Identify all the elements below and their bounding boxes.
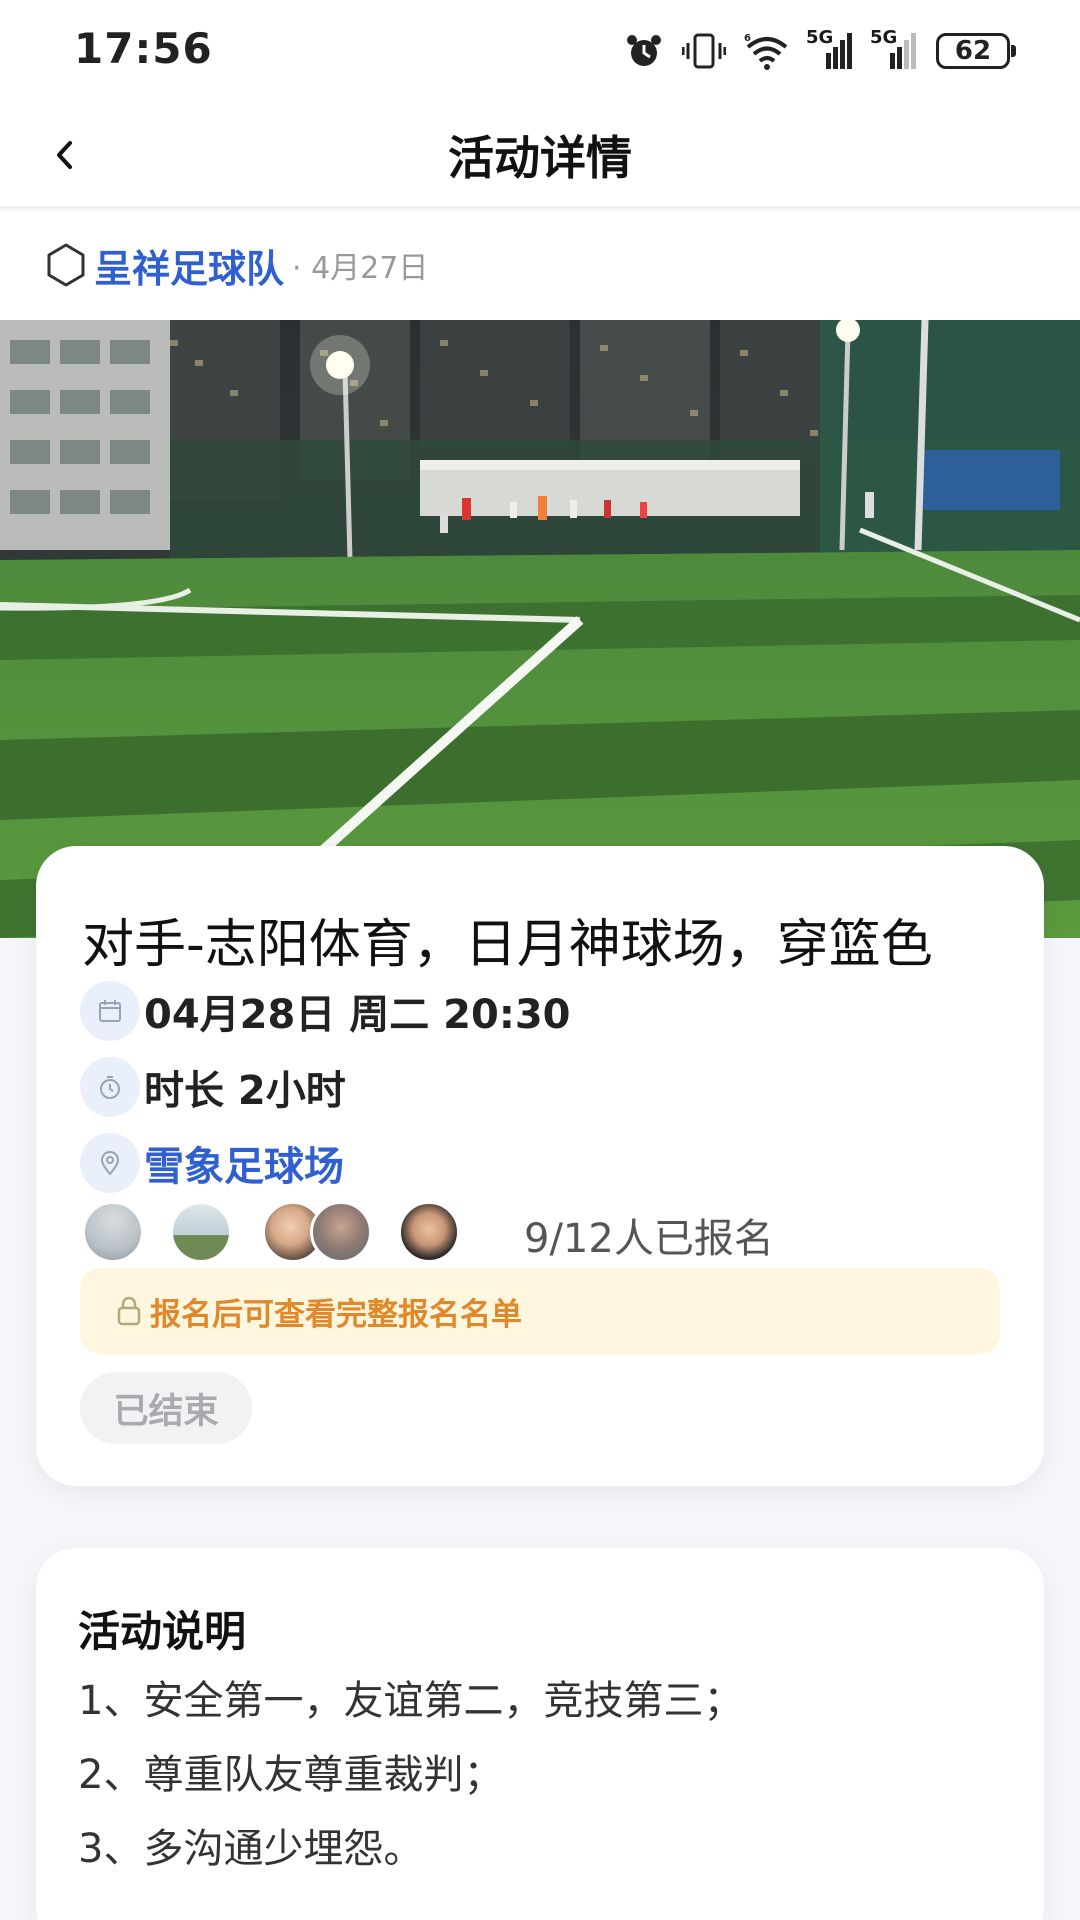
activity-title: 对手-志阳体育，日月神球场，穿篮色 — [82, 915, 933, 975]
location-pin-icon — [100, 1151, 120, 1176]
avatar — [82, 1201, 144, 1263]
activity-datetime: 04月28日 周二 20:30 — [144, 992, 571, 1038]
status-bar: 17:56 6 5G 5G 62 — [0, 0, 1080, 100]
avatar — [398, 1201, 460, 1263]
svg-text:6: 6 — [744, 33, 751, 44]
network-type-label: 5G — [806, 27, 834, 48]
status-badge: 已结束 — [80, 1372, 252, 1444]
datetime-row: 04月28日 周二 20:30 — [80, 980, 571, 1042]
team-row: 呈祥足球队 · 4月27日 — [0, 210, 1080, 320]
page-title: 活动详情 — [448, 131, 632, 185]
calendar-icon-wrap — [80, 981, 140, 1041]
stopwatch-icon — [100, 1076, 120, 1099]
wifi-icon: 6 — [744, 33, 788, 70]
venue-row[interactable]: 雪象足球场 — [80, 1132, 344, 1194]
cellular-signal-1: 5G — [806, 27, 854, 71]
location-pin-icon-wrap — [80, 1133, 140, 1193]
status-time: 17:56 — [74, 24, 213, 73]
venue-link[interactable]: 雪象足球场 — [144, 1134, 344, 1192]
description-title: 活动说明 — [78, 1607, 247, 1656]
lock-icon — [117, 1296, 141, 1326]
battery-indicator: 62 — [936, 33, 1016, 69]
signup-count: 9/12人已报名 — [524, 1216, 774, 1262]
calendar-icon — [99, 1000, 121, 1022]
avatar — [310, 1201, 372, 1263]
description-line: 3、多沟通少埋怨。 — [78, 1826, 424, 1872]
vibrate-icon — [682, 33, 726, 69]
description-card: 活动说明 1、安全第一，友谊第二，竞技第三； 2、尊重队友尊重裁判； 3、多沟通… — [36, 1548, 1044, 1920]
duration-row: 时长 2小时 — [80, 1056, 346, 1118]
team-post-date: · 4月27日 — [292, 251, 429, 286]
team-name-link[interactable]: 呈祥足球队 — [94, 238, 284, 293]
alarm-icon — [627, 35, 661, 66]
description-line: 2、尊重队友尊重裁判； — [78, 1752, 504, 1798]
activity-duration: 时长 2小时 — [144, 1068, 346, 1114]
signup-notice: 报名后可查看完整报名名单 — [80, 1268, 1000, 1354]
network-type-label: 5G — [870, 27, 898, 48]
battery-level: 62 — [954, 36, 992, 66]
header: 活动详情 — [0, 100, 1080, 208]
stopwatch-icon-wrap — [80, 1057, 140, 1117]
hexagon-icon — [47, 243, 85, 287]
signup-notice-text: 报名后可查看完整报名名单 — [150, 1296, 522, 1333]
avatar — [170, 1201, 232, 1263]
status-icons: 6 5G 5G 62 — [624, 26, 1016, 76]
cellular-signal-2: 5G — [870, 27, 918, 71]
participant-avatars[interactable] — [82, 1200, 460, 1264]
description-line: 1、安全第一，友谊第二，竞技第三； — [78, 1678, 744, 1724]
activity-card: 对手-志阳体育，日月神球场，穿篮色 04月28日 周二 20:30 时长 2小时 — [36, 846, 1044, 1486]
